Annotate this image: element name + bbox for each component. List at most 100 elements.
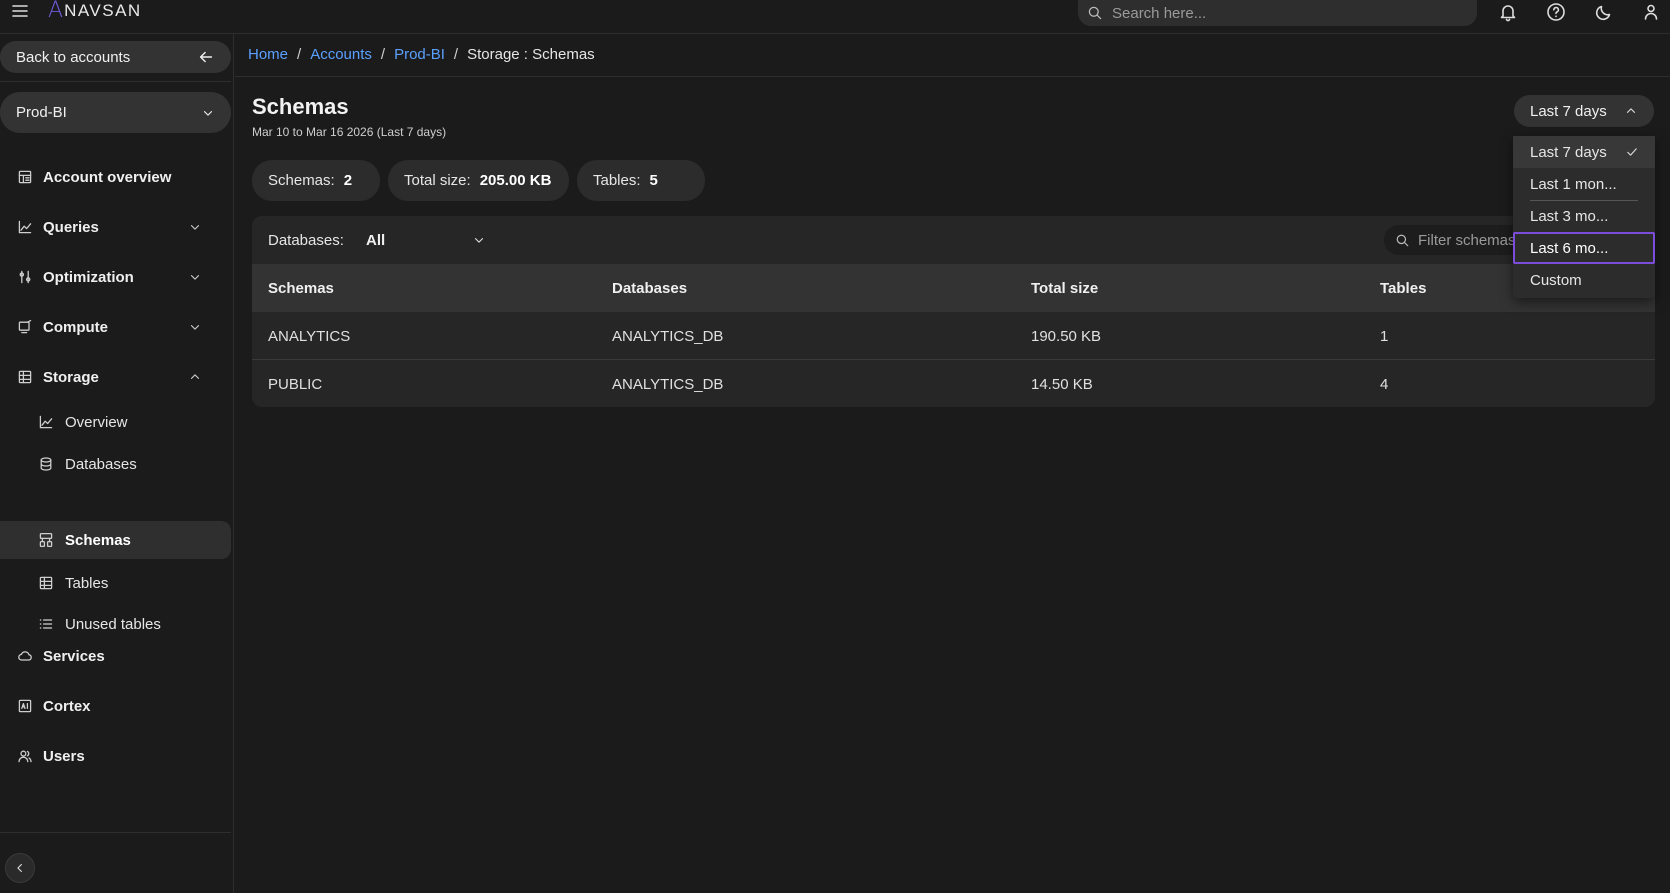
- column-header-schemas[interactable]: Schemas: [268, 264, 334, 312]
- stat-tables: Tables: 5: [577, 160, 705, 201]
- table-row[interactable]: PUBLIC ANALYTICS_DB 14.50 KB 4: [252, 360, 1655, 407]
- databases-filter-label: Databases:: [268, 231, 344, 249]
- app-logo[interactable]: A NAVSAN: [48, 0, 142, 22]
- column-header-tables[interactable]: Tables: [1380, 264, 1426, 312]
- collapse-sidebar-button[interactable]: [5, 853, 35, 883]
- sidebar: Back to accounts Prod-BI Account overvie…: [0, 34, 234, 893]
- sidebar-item-users[interactable]: Users: [0, 737, 231, 775]
- breadcrumb: Home / Accounts / Prod-BI / Storage : Sc…: [248, 46, 595, 63]
- cell-database: ANALYTICS_DB: [612, 327, 724, 345]
- storage-grid-icon: [16, 368, 34, 386]
- period-option-last-3-months[interactable]: Last 3 mo...: [1513, 200, 1655, 232]
- chevron-up-icon: [188, 370, 202, 384]
- users-icon: [16, 747, 34, 765]
- period-option-last-6-months[interactable]: Last 6 mo...: [1513, 232, 1655, 264]
- help-icon[interactable]: [1545, 1, 1567, 23]
- sidebar-item-services[interactable]: Services: [0, 637, 231, 675]
- sidebar-subitem-tables[interactable]: Tables: [0, 564, 231, 602]
- sidebar-subitem-label: Databases: [65, 455, 137, 473]
- sidebar-item-label: Storage: [43, 368, 99, 386]
- cell-schema: PUBLIC: [268, 375, 323, 393]
- logo-text: NAVSAN: [64, 1, 142, 20]
- cell-schema: ANALYTICS: [268, 327, 351, 345]
- stat-total-size: Total size: 205.00 KB: [388, 160, 569, 201]
- databases-filter-select[interactable]: All: [362, 224, 496, 256]
- sidebar-item-optimization[interactable]: Optimization: [0, 258, 231, 296]
- trend-chart-icon: [38, 414, 54, 430]
- chevron-down-icon: [188, 220, 202, 234]
- sidebar-subitem-label: Schemas: [65, 531, 131, 549]
- schemas-table-card: Databases: All Schemas Databases Total s…: [252, 216, 1655, 407]
- global-search[interactable]: [1078, 0, 1477, 26]
- top-bar: A NAVSAN: [0, 0, 1670, 34]
- line-chart-icon: [16, 218, 34, 236]
- stat-size-label: Total size:: [404, 172, 471, 189]
- sidebar-subitem-databases[interactable]: Databases: [0, 445, 231, 483]
- period-option-last-7-days[interactable]: Last 7 days: [1513, 136, 1655, 168]
- breadcrumb-account-link[interactable]: Prod-BI: [394, 46, 445, 63]
- chevron-down-icon: [188, 270, 202, 284]
- sidebar-subitem-overview[interactable]: Overview: [0, 403, 231, 441]
- period-option-label: Last 6 mo...: [1530, 239, 1609, 257]
- stat-schemas-value: 2: [343, 172, 353, 189]
- cell-tables: 4: [1380, 375, 1389, 393]
- sidebar-item-label: Users: [43, 747, 85, 765]
- breadcrumb-divider: [235, 76, 1670, 77]
- arrow-left-icon: [197, 48, 215, 66]
- chevron-down-icon: [201, 106, 215, 120]
- cell-total-size: 14.50 KB: [1031, 375, 1093, 393]
- period-option-last-1-month[interactable]: Last 1 mon...: [1513, 168, 1655, 200]
- chevron-down-icon: [188, 320, 202, 334]
- stat-tables-value: 5: [649, 172, 658, 189]
- cell-database: ANALYTICS_DB: [612, 375, 724, 393]
- back-to-accounts-label: Back to accounts: [16, 48, 131, 66]
- list-icon: [38, 616, 54, 632]
- ai-board-icon: [16, 697, 34, 715]
- chevron-up-icon: [1624, 104, 1638, 118]
- notification-bell-icon[interactable]: [1497, 1, 1519, 23]
- sidebar-subitem-schemas[interactable]: Schemas: [0, 521, 231, 559]
- user-profile-icon[interactable]: [1640, 1, 1662, 23]
- database-icon: [38, 456, 54, 472]
- back-to-accounts-button[interactable]: Back to accounts: [0, 41, 231, 73]
- breadcrumb-home-link[interactable]: Home: [248, 46, 288, 63]
- period-option-custom[interactable]: Custom: [1513, 264, 1655, 296]
- cell-tables: 1: [1380, 327, 1389, 345]
- monitor-edit-icon: [16, 318, 34, 336]
- cell-total-size: 190.50 KB: [1031, 327, 1102, 345]
- period-option-label: Last 3 mo...: [1530, 207, 1609, 225]
- sidebar-item-label: Account overview: [43, 168, 172, 186]
- sidebar-item-account-overview[interactable]: Account overview: [0, 158, 231, 196]
- period-select-value: Last 7 days: [1530, 102, 1607, 120]
- sidebar-item-label: Services: [43, 647, 105, 665]
- breadcrumb-current: Storage : Schemas: [467, 46, 595, 63]
- sidebar-item-compute[interactable]: Compute: [0, 308, 231, 346]
- stat-schemas: Schemas: 2: [252, 160, 380, 201]
- hamburger-menu-icon[interactable]: [10, 1, 30, 21]
- dark-mode-moon-icon[interactable]: [1593, 1, 1615, 23]
- chevron-down-icon: [472, 233, 486, 247]
- table-header-row: Schemas Databases Total size Tables: [252, 264, 1655, 312]
- account-select[interactable]: Prod-BI: [0, 92, 231, 133]
- sidebar-item-label: Optimization: [43, 268, 134, 286]
- global-search-input[interactable]: [1112, 4, 1452, 22]
- page-title: Schemas: [252, 94, 349, 119]
- table-filter-bar: Databases: All: [252, 216, 1655, 264]
- sliders-icon: [16, 268, 34, 286]
- period-dropdown-menu: Last 7 days Last 1 mon... Last 3 mo... L…: [1513, 136, 1655, 298]
- sidebar-item-label: Queries: [43, 218, 99, 236]
- stat-schemas-label: Schemas:: [268, 172, 335, 189]
- column-header-total-size[interactable]: Total size: [1031, 264, 1098, 312]
- dashboard-icon: [16, 168, 34, 186]
- sidebar-item-queries[interactable]: Queries: [0, 208, 231, 246]
- period-option-label: Last 1 mon...: [1530, 175, 1617, 193]
- stat-size-value: 205.00 KB: [479, 172, 552, 189]
- table-row[interactable]: ANALYTICS ANALYTICS_DB 190.50 KB 1: [252, 312, 1655, 360]
- sidebar-subitem-label: Overview: [65, 413, 128, 431]
- column-header-databases[interactable]: Databases: [612, 264, 687, 312]
- period-select-button[interactable]: Last 7 days: [1514, 95, 1654, 127]
- sidebar-item-storage[interactable]: Storage: [0, 358, 231, 396]
- breadcrumb-accounts-link[interactable]: Accounts: [310, 46, 372, 63]
- sidebar-item-label: Compute: [43, 318, 108, 336]
- sidebar-item-cortex[interactable]: Cortex: [0, 687, 231, 725]
